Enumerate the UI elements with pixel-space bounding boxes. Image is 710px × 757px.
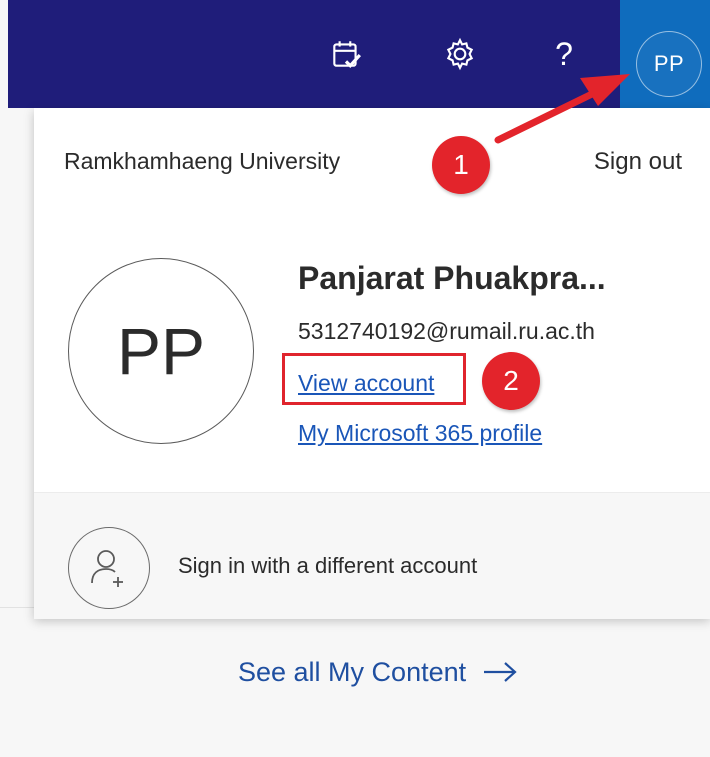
- calendar-check-icon[interactable]: [326, 34, 366, 74]
- step-2-badge: 2: [482, 352, 540, 410]
- sign-in-different-account-label[interactable]: Sign in with a different account: [178, 553, 477, 579]
- view-account-highlight: [282, 353, 466, 405]
- help-icon[interactable]: ?: [544, 34, 584, 74]
- profile-avatar: PP: [68, 258, 254, 444]
- user-name: Panjarat Phuakpra...: [298, 260, 606, 296]
- add-person-icon: [68, 527, 150, 609]
- step-1-badge: 1: [432, 136, 490, 194]
- account-manager-button[interactable]: PP: [620, 0, 710, 108]
- avatar[interactable]: PP: [636, 31, 702, 97]
- ms365-profile-link[interactable]: My Microsoft 365 profile: [298, 420, 542, 447]
- sign-in-different-account-row[interactable]: Sign in with a different account: [34, 492, 710, 619]
- organization-name: Ramkhamhaeng University: [64, 148, 341, 174]
- arrow-right-icon: [484, 662, 517, 682]
- gear-icon[interactable]: [440, 34, 480, 74]
- top-app-bar: ? PP: [0, 0, 710, 108]
- account-dropdown: Ramkhamhaeng University Sign out PP Panj…: [34, 108, 710, 619]
- divider: [0, 607, 36, 608]
- see-all-label[interactable]: See all My Content: [238, 657, 466, 688]
- user-email: 5312740192@rumail.ru.ac.th: [298, 318, 595, 344]
- sign-out-button[interactable]: Sign out: [594, 148, 682, 176]
- see-all-my-content-link[interactable]: See all My Content: [238, 652, 518, 692]
- page: ? PP See all My Content Ramkhamhaeng Uni…: [0, 0, 710, 757]
